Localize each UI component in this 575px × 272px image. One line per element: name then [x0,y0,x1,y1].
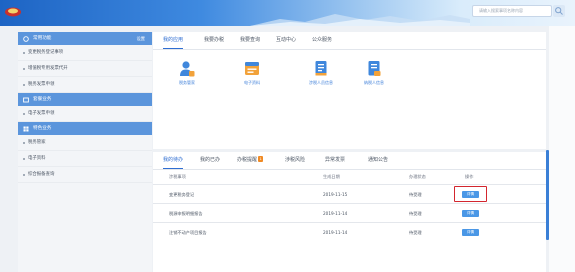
sidebar: 常用功能 设置 变更税务登记事项 增值税专用发票代开 税务发票申领 套餐业务 电… [18,32,152,272]
shortcut-label: 税务管家 [179,80,195,85]
banner-landscape [250,14,470,26]
sidebar-item-change-registration[interactable]: 变更税务登记事项 [18,45,152,61]
search-icon[interactable] [553,5,565,17]
details-button[interactable]: 详情 [462,191,479,198]
col-status: 办理状态 [409,174,426,179]
sidebar-item-label: 税务管家 [28,140,46,145]
reminder-count-badge: 1 [258,156,264,162]
sidebar-item-vat-invoice[interactable]: 增值税专用发票代开 [18,61,152,77]
col-item: 涉税事项 [169,174,186,179]
col-date: 生成日期 [323,174,340,179]
sidebar-item-invoice-apply[interactable]: 税务发票申领 [18,77,152,93]
taxpayer-list-icon [315,61,327,76]
todo-panel: 我的待办 我的已办 办税提醒 1 涉税风险 异常发票 通知公告 涉税事项 生成日期… [153,152,546,272]
tab-my-todo[interactable]: 我的待办 [163,152,184,169]
tax-logo-icon [5,7,21,17]
user-manage-icon [180,61,195,77]
tab-label: 办税提醒 [237,157,258,163]
search-input[interactable]: 请输入搜索事项名称内容 [472,5,552,17]
tab-abnormal-invoice[interactable]: 异常发票 [325,152,345,168]
sidebar-item-e-invoice[interactable]: 电子发票申领 [18,106,152,122]
shortcut-label: 纳税人信息 [364,80,384,85]
shortcut-taxpayer-list[interactable]: 涉税人员信息 [296,60,346,86]
tab-tax-risk[interactable]: 涉税风险 [285,152,305,168]
settings-link[interactable]: 设置 [137,32,145,45]
table-row: 注销不动产项目报告 2019-11-14 待受理 详情 [153,222,546,241]
section-title: 特色业务 [33,126,52,131]
details-button[interactable]: 详情 [462,210,479,217]
sidebar-item-label: 电子资料 [28,156,46,161]
shortcut-taxpayer-info[interactable]: 纳税人信息 [349,60,399,86]
section-title: 套餐业务 [33,97,52,102]
table-header: 涉税事项 生成日期 办理状态 操作 [153,170,546,184]
my-apps-panel: 我的应用 我要办税 我要查询 互动中心 公众服务 税务管家 电子资料 涉税人员信… [153,32,546,149]
grid-icon [23,126,29,131]
tab-my-apps[interactable]: 我的应用 [163,32,184,49]
tab-interaction[interactable]: 互动中心 [276,32,296,48]
col-action: 操作 [465,174,474,179]
shortcut-e-data[interactable]: 电子资料 [227,60,277,86]
tax-portal-window: 请输入搜索事项名称内容 常用功能 设置 变更税务登记事项 增值税专用发票代开 税… [0,0,575,272]
tab-query[interactable]: 我要查询 [240,32,260,48]
shortcut-tax-steward[interactable]: 税务管家 [162,60,212,86]
sidebar-section-special[interactable]: 特色业务 [18,122,152,135]
package-icon [23,97,29,102]
sidebar-item-report-query[interactable]: 综合报备查询 [18,167,152,183]
page-gutter [549,26,575,272]
tab-notices[interactable]: 通知公告 [368,152,388,168]
section-title: 常用功能 [33,36,52,41]
row-item: 变更税务登记 [169,192,195,197]
sidebar-item-label: 变更税务登记事项 [28,50,64,55]
row-date: 2019-11-14 [323,211,348,216]
row-item: 注销不动产项目报告 [169,230,207,235]
circle-icon [23,35,29,42]
tab-my-done[interactable]: 我的已办 [200,152,220,168]
row-status: 待受理 [409,230,422,235]
sidebar-item-label: 综合报备查询 [28,172,55,177]
row-date: 2019-11-14 [323,230,348,235]
tab-public-service[interactable]: 公众服务 [312,32,332,48]
tab-file-tax[interactable]: 我要办税 [204,32,224,48]
function-shortcuts: 税务管家 电子资料 涉税人员信息 纳税人信息 [153,52,546,112]
shortcut-label: 电子资料 [244,80,260,85]
table-row: 变更税务登记 2019-11-15 待受理 详情 [153,184,546,203]
sidebar-item-label: 增值税专用发票代开 [28,66,68,71]
details-button[interactable]: 详情 [462,229,479,236]
top-banner: 请输入搜索事项名称内容 [0,0,575,26]
sidebar-item-e-data[interactable]: 电子资料 [18,151,152,167]
scrollbar[interactable] [546,150,549,240]
sidebar-item-label: 电子发票申领 [28,111,55,116]
taxpayer-info-icon [368,61,381,76]
row-date: 2019-11-15 [323,192,348,197]
shortcut-label: 涉税人员信息 [309,80,333,85]
sidebar-item-tax-steward[interactable]: 税务管家 [18,135,152,151]
row-item: 税源申报明细报告 [169,211,203,216]
row-status: 待受理 [409,211,422,216]
tab-reminder[interactable]: 办税提醒 1 [237,152,264,168]
sidebar-section-common[interactable]: 常用功能 设置 [18,32,152,45]
sidebar-item-label: 税务发票申领 [28,82,55,87]
apps-tab-bar: 我的应用 我要办税 我要查询 互动中心 公众服务 [153,32,546,50]
todo-tab-bar: 我的待办 我的已办 办税提醒 1 涉税风险 异常发票 通知公告 [153,152,546,170]
row-status: 待受理 [409,192,422,197]
table-row: 税源申报明细报告 2019-11-14 待受理 详情 [153,203,546,222]
sidebar-section-package[interactable]: 套餐业务 [18,93,152,106]
electronic-data-icon [245,62,259,75]
